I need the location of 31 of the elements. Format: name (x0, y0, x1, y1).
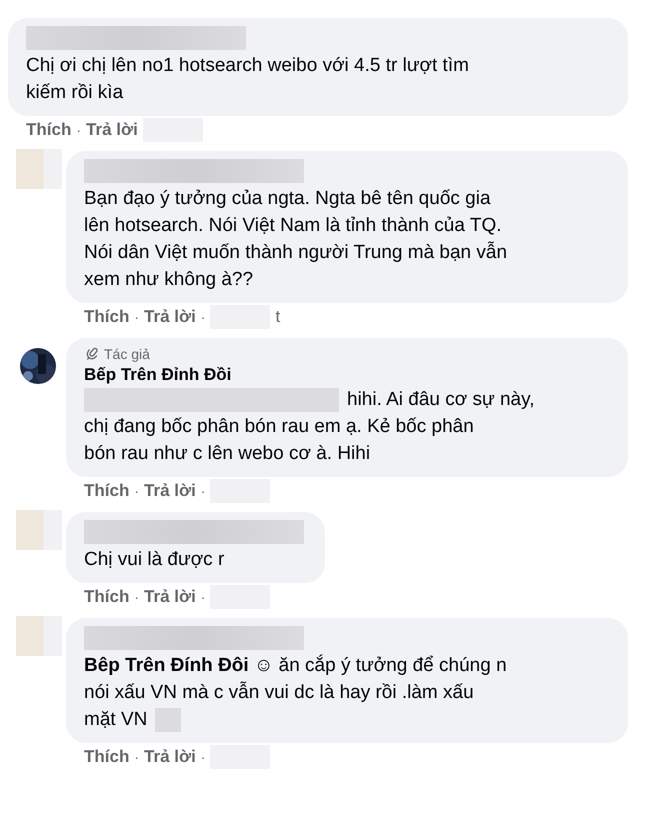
action-link[interactable]: Trả lời (144, 747, 196, 767)
action-link[interactable]: Trả lời (144, 307, 196, 327)
separator-dot: · (134, 309, 140, 325)
action-link[interactable]: Thích (26, 120, 72, 140)
blurred-avatar (16, 616, 62, 656)
comment-text: Chị vui là được r (84, 548, 226, 572)
separator-dot: · (134, 749, 140, 765)
separator-dot: · (76, 122, 82, 138)
action-link[interactable]: Thích (84, 747, 130, 767)
comment-text: Chị ơi chị lên no1 hotsearch weibo với 4.5 tr lượt tìm kiếm rồi kìa (26, 54, 470, 105)
separator-dot: · (200, 483, 206, 499)
separator-dot: · (200, 589, 206, 605)
author-name[interactable]: Bếp Trên Đỉnh Đồi (84, 365, 610, 385)
separator-dot: · (200, 749, 206, 765)
comment-text: mặt VN (84, 708, 148, 732)
comment-text: hihi. Ai đâu cơ sự này, (347, 388, 534, 412)
comment-text: chị đang bốc phân bón rau em ạ. Kẻ bốc phân bón rau như c lên webo cơ à. Hihi (84, 415, 475, 466)
action-link[interactable]: Trả lời (144, 481, 196, 501)
author-label: Tác giả (104, 346, 150, 362)
separator-dot: · (200, 309, 206, 325)
action-link[interactable]: Trả lời (86, 120, 138, 140)
blurred-avatar (16, 510, 62, 550)
blurred-avatar (16, 149, 62, 189)
action-link[interactable]: Trả lời (144, 587, 196, 607)
action-link[interactable]: Thích (84, 481, 130, 501)
separator-dot: · (134, 483, 140, 499)
separator-dot: · (134, 589, 140, 605)
action-link[interactable]: Thích (84, 587, 130, 607)
comment-text: Bạn đạo ý tưởng của ngta. Ngta bê tên quốc gia lên hotsearch. Nói Việt Nam là tỉnh thành của TQ. Nói dân Việt muốn thành người Trung mà bạn vẫn xem như không à?? (84, 187, 508, 292)
action-link[interactable]: Thích (84, 307, 130, 327)
time-fragment: t (275, 307, 280, 327)
